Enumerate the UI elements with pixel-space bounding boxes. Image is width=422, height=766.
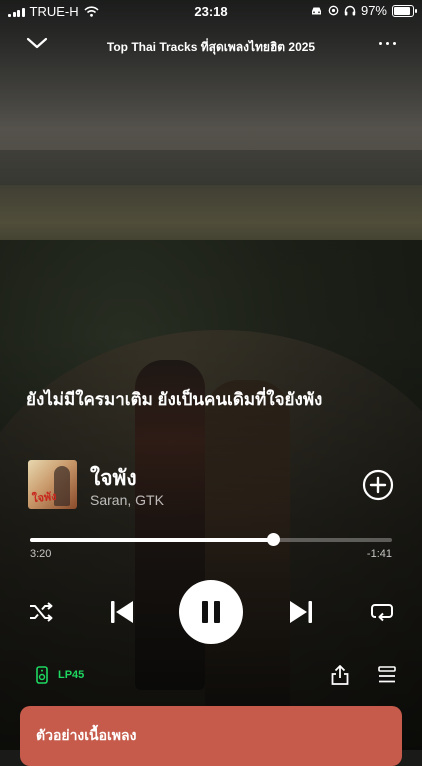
share-icon[interactable] xyxy=(330,664,350,686)
playlist-title: Top Thai Tracks ที่สุดเพลงไทยฮิต 2025 xyxy=(106,40,316,54)
add-icon[interactable] xyxy=(362,469,394,501)
progress-fill xyxy=(30,538,273,542)
car-icon xyxy=(311,7,321,14)
connected-device[interactable]: LP45 xyxy=(36,666,84,684)
track-title[interactable]: ใจพัง xyxy=(90,462,137,495)
track-info: ใจพัง ใจพัง Saran, GTK xyxy=(28,460,398,510)
current-lyric-line: ยังไม่มีใครมาเติม ยังเป็นคนเดิมที่ใจยังพ… xyxy=(26,390,323,409)
album-art[interactable]: ใจพัง xyxy=(28,460,77,509)
repeat-icon[interactable] xyxy=(369,600,395,624)
playback-controls xyxy=(0,580,422,644)
chevron-down-icon[interactable] xyxy=(26,36,48,50)
previous-icon[interactable] xyxy=(109,599,135,625)
speaker-icon xyxy=(36,666,48,684)
lyrics-card-label: ตัวอย่างเนื้อเพลง xyxy=(36,727,137,743)
player-header: Top Thai Tracks ที่สุดเพลงไทยฮิต 2025 xyxy=(0,30,422,60)
battery-percent: 97% xyxy=(360,3,387,18)
lyrics-preview-card[interactable]: ตัวอย่างเนื้อเพลง xyxy=(20,706,402,766)
queue-icon[interactable] xyxy=(378,666,396,683)
bottom-actions: LP45 xyxy=(0,662,422,690)
location-icon xyxy=(328,5,339,16)
progress-bar[interactable] xyxy=(30,533,392,546)
shuffle-icon[interactable] xyxy=(28,600,54,624)
battery-icon xyxy=(392,4,417,17)
track-artist[interactable]: Saran, GTK xyxy=(90,492,164,508)
remaining-time: -1:41 xyxy=(366,548,392,560)
status-bar: TRUE-H 23:18 97% xyxy=(0,0,422,22)
more-icon[interactable] xyxy=(379,42,396,45)
headphones-icon xyxy=(344,5,356,16)
album-art-text: ใจพัง xyxy=(31,490,58,506)
time-labels: 3:20 -1:41 xyxy=(30,548,392,560)
next-icon[interactable] xyxy=(288,599,314,625)
device-name: LP45 xyxy=(58,669,85,681)
progress-knob[interactable] xyxy=(266,533,280,546)
elapsed-time: 3:20 xyxy=(30,548,52,560)
pause-icon[interactable] xyxy=(179,580,243,644)
